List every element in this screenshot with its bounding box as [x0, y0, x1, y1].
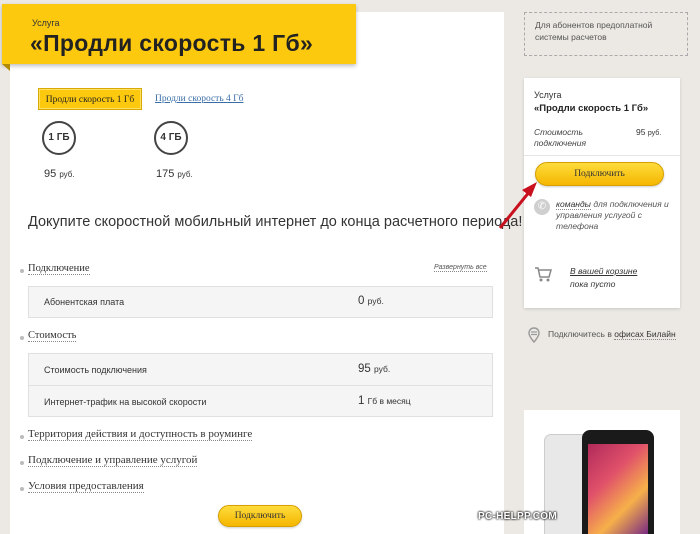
- red-arrow-annotation: [498, 182, 537, 229]
- watermark: PC-HELPP.COM: [478, 511, 557, 522]
